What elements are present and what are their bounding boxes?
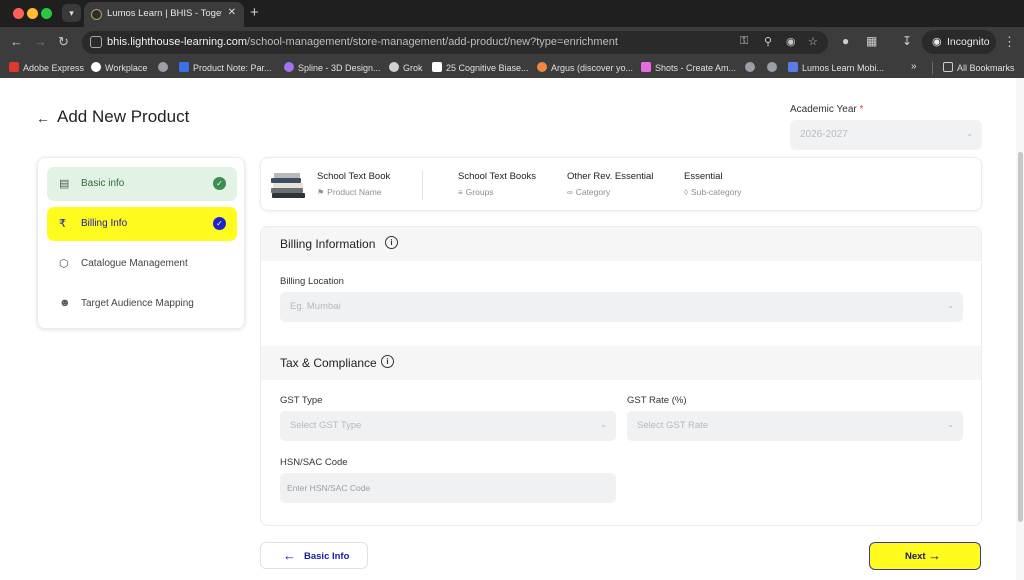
tab-title: Lumos Learn | BHIS - Togeth (107, 8, 222, 19)
reload-icon[interactable]: ↻ (58, 34, 69, 50)
browser-tab[interactable]: Lumos Learn | BHIS - Togeth ✕ (84, 2, 244, 27)
chevron-down-icon: ⌄ (947, 420, 954, 429)
incognito-badge[interactable]: ◉ Incognito (922, 30, 996, 54)
step-navigation: ▤ Basic info ✓ ₹ Billing Info ✓ ⬡ Catalo… (37, 157, 245, 329)
incognito-icon: ◉ (932, 36, 942, 48)
next-button[interactable]: Next → (869, 542, 981, 570)
bookmark-item[interactable] (158, 61, 172, 75)
link-icon: ∞ (567, 188, 573, 197)
back-nav-icon[interactable]: ← (10, 34, 23, 49)
hsn-sac-label: HSN/SAC Code (280, 457, 348, 468)
tag-icon: ⚑ (317, 188, 325, 197)
billing-form-card: Billing Information i Billing Location E… (260, 226, 982, 526)
billing-location-select[interactable]: Eg. Mumbai ⌄ (280, 292, 963, 322)
back-basic-info-button[interactable]: ← Basic Info (260, 542, 368, 569)
bookmark-item[interactable] (745, 61, 759, 75)
bookmark-star-icon[interactable]: ☆ (808, 35, 818, 48)
section-title: Billing Information (280, 237, 376, 251)
gst-rate-select[interactable]: Select GST Rate ⌄ (627, 411, 963, 441)
hsn-sac-input[interactable] (280, 473, 616, 503)
bookmark-item[interactable]: Spline - 3D Design... (284, 61, 381, 75)
product-thumbnail (271, 173, 305, 198)
subcategory-icon: ◊ (684, 188, 688, 197)
download-icon[interactable]: ↧ (902, 34, 912, 48)
summary-divider (422, 170, 423, 200)
bookmark-item[interactable]: Workplace (91, 61, 147, 75)
browser-menu-icon[interactable]: ⋮ (1003, 34, 1016, 50)
zoom-icon[interactable]: ⚲ (764, 35, 772, 48)
password-key-icon[interactable]: ⚿ (740, 35, 748, 48)
forward-nav-icon[interactable]: → (34, 34, 47, 49)
page-title: Add New Product (57, 107, 190, 126)
step-target-audience-mapping[interactable]: ☻ Target Audience Mapping (47, 287, 237, 321)
page-content: ← Add New Product Academic Year * 2026-2… (0, 78, 1024, 580)
check-circle-icon: ✓ (213, 217, 226, 230)
summary-product-name: School Text Book ⚑ Product Name (317, 171, 391, 197)
address-bar[interactable]: bhis.lighthouse-learning.com/school-mana… (82, 31, 828, 54)
billing-section-header: Billing Information i (261, 227, 981, 261)
bookmark-item[interactable] (767, 61, 781, 75)
step-catalogue-management[interactable]: ⬡ Catalogue Management (47, 247, 237, 281)
bookmark-item[interactable]: Adobe Express (9, 61, 84, 75)
all-bookmarks-folder[interactable]: All Bookmarks (943, 61, 1015, 75)
bookmarks-overflow-icon[interactable]: » (911, 61, 917, 72)
product-summary-card: School Text Book ⚑ Product Name School Te… (260, 157, 982, 211)
extensions-puzzle-icon[interactable]: ▦ (866, 34, 877, 48)
arrow-left-icon: ← (283, 548, 296, 563)
url-text[interactable]: bhis.lighthouse-learning.com/school-mana… (107, 36, 618, 48)
bookmarks-bar: Adobe Express Workplace Product Note: Pa… (0, 58, 1024, 78)
tab-favicon-icon (91, 9, 102, 20)
gst-type-select[interactable]: Select GST Type ⌄ (280, 411, 616, 441)
bookmarks-divider (932, 62, 933, 74)
bookmark-item[interactable]: 25 Cognitive Biase... (432, 61, 529, 75)
info-icon[interactable]: i (385, 236, 398, 249)
gst-type-label: GST Type (280, 395, 323, 406)
cube-icon: ⬡ (59, 258, 69, 270)
academic-year-select[interactable]: 2026-2027 ⌄ (790, 120, 982, 150)
bookmark-item[interactable]: Argus (discover yo... (537, 61, 633, 75)
bookmark-item[interactable]: Shots - Create Am... (641, 61, 736, 75)
section-title: Tax & Compliance (280, 356, 377, 370)
chevron-down-icon: ⌄ (966, 129, 973, 138)
tax-section-header: Tax & Compliance i (261, 346, 981, 380)
chevron-down-icon: ⌄ (600, 420, 607, 429)
billing-location-label: Billing Location (280, 276, 344, 287)
info-icon[interactable]: i (381, 355, 394, 368)
layers-icon: ≡ (458, 188, 463, 197)
tracking-eye-off-icon[interactable]: ◉ (786, 35, 796, 48)
bookmark-item[interactable]: Product Note: Par... (179, 61, 272, 75)
step-billing-info[interactable]: ₹ Billing Info ✓ (47, 207, 237, 241)
gst-rate-label: GST Rate (%) (627, 395, 687, 406)
browser-toolbar: ← → ↻ bhis.lighthouse-learning.com/schoo… (0, 27, 1024, 58)
academic-year-label: Academic Year * (790, 104, 864, 115)
tab-search-button[interactable]: ▾ (62, 4, 81, 22)
summary-groups: School Text Books ≡ Groups (458, 171, 536, 197)
rupee-icon: ₹ (59, 218, 66, 230)
user-search-icon: ☻ (59, 297, 71, 309)
new-tab-button[interactable]: + (250, 4, 259, 21)
arrow-right-icon: → (928, 548, 941, 563)
tab-close-icon[interactable]: ✕ (228, 7, 236, 18)
clipboard-icon: ▤ (59, 178, 70, 190)
window-close-button[interactable] (13, 8, 24, 19)
summary-category: Other Rev. Essential ∞ Category (567, 171, 654, 197)
back-arrow-icon[interactable]: ← (36, 110, 50, 126)
site-info-icon[interactable] (90, 36, 102, 48)
summary-sub-category: Essential ◊ Sub-category (684, 171, 742, 197)
page-scrollbar-thumb[interactable] (1018, 152, 1023, 522)
step-basic-info[interactable]: ▤ Basic info ✓ (47, 167, 237, 201)
browser-tab-bar: ▾ Lumos Learn | BHIS - Togeth ✕ + (0, 0, 1024, 27)
check-circle-icon: ✓ (213, 177, 226, 190)
chevron-down-icon: ⌄ (947, 301, 954, 310)
bookmark-item[interactable]: Lumos Learn Mobi... (788, 61, 884, 75)
window-maximize-button[interactable] (41, 8, 52, 19)
bookmark-item[interactable]: Grok (389, 61, 423, 75)
window-minimize-button[interactable] (27, 8, 38, 19)
extension-icon[interactable]: ● (842, 34, 849, 48)
